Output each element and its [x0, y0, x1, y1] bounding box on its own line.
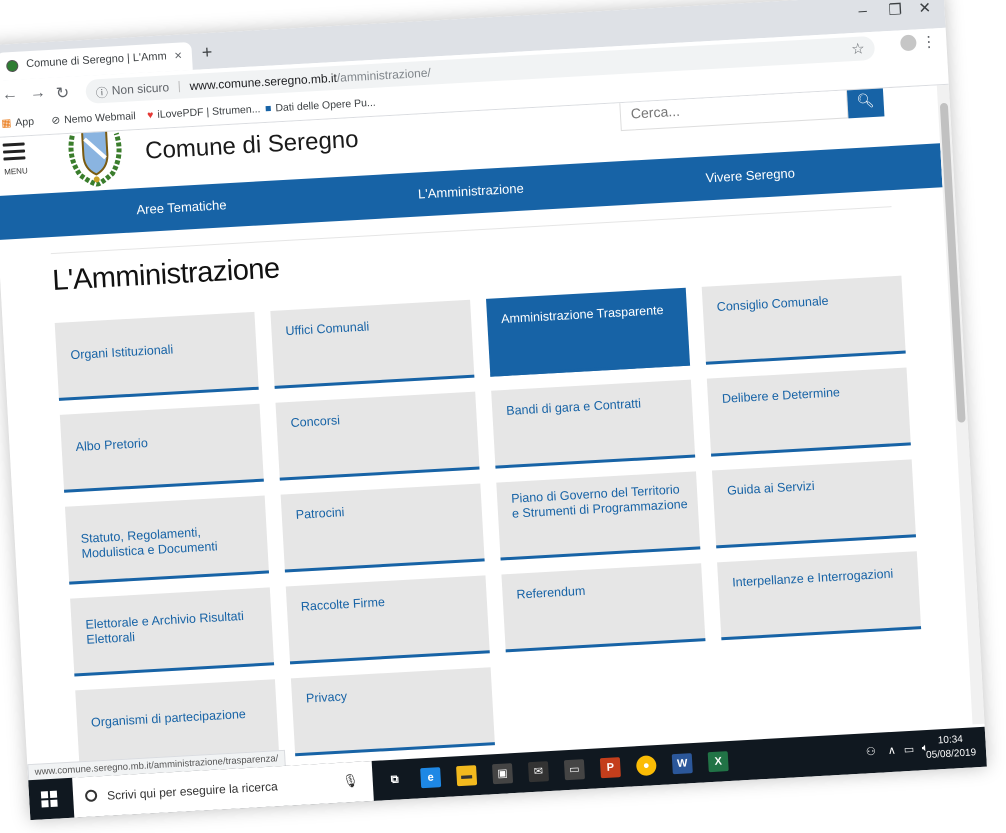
tile-interpellanze[interactable]: Interpellanze e Interrogazioni: [717, 551, 922, 641]
tile-label: Patrocini: [295, 505, 345, 522]
bookmark-label: App: [15, 115, 35, 129]
tile-raccolte-firme[interactable]: Raccolte Firme: [285, 575, 490, 665]
edge-icon[interactable]: e: [420, 767, 442, 789]
browser-window: Comune di Seregno | L'Amministr × + – ❐ …: [0, 0, 987, 821]
window-close-icon[interactable]: ✕: [918, 0, 932, 17]
tile-piano-di-governo[interactable]: Piano di Governo del Territorio e Strume…: [496, 471, 701, 561]
url-path: /amministrazione/: [336, 65, 432, 85]
excel-icon[interactable]: X: [707, 751, 729, 773]
tile-amministrazione-trasparente[interactable]: Amministrazione Trasparente: [486, 287, 691, 377]
tile-label: Elettorale e Archivio Risultati Elettora…: [85, 608, 245, 647]
reload-icon[interactable]: ↻: [55, 83, 70, 104]
back-icon[interactable]: ←: [1, 86, 18, 105]
nav-item-vivere-seregno[interactable]: Vivere Seregno: [705, 165, 795, 185]
bookmark-ilovepdf[interactable]: ♥ iLovePDF | Strumen...: [147, 103, 261, 121]
tile-label: Interpellanze e Interrogazioni: [731, 566, 894, 590]
tile-bandi-di-gara[interactable]: Bandi di gara e Contratti: [491, 379, 696, 469]
tile-concorsi[interactable]: Concorsi: [275, 391, 480, 481]
network-icon[interactable]: ▭: [903, 743, 915, 757]
nav-item-aree-tematiche[interactable]: Aree Tematiche: [136, 197, 227, 217]
chrome-icon[interactable]: ●: [635, 755, 657, 777]
search-icon: 🔍︎: [856, 91, 875, 109]
bookmark-star-icon[interactable]: ☆: [851, 39, 865, 58]
tile-label: Delibere e Determine: [721, 385, 841, 406]
minimize-icon[interactable]: –: [858, 2, 867, 19]
windows-start-icon[interactable]: [40, 790, 58, 808]
heart-icon: ♥: [146, 109, 154, 122]
maximize-icon[interactable]: ❐: [888, 0, 902, 19]
tile-label: Referendum: [516, 583, 586, 602]
taskbar-search-text: Scrivi qui per eseguire la ricerca: [106, 779, 279, 803]
chrome-menu-icon[interactable]: ⋮: [921, 32, 937, 51]
main-navigation: Aree Tematiche L'Amministrazione Vivere …: [0, 143, 943, 241]
bookmark-dati-opere[interactable]: ■ Dati delle Opere Pu...: [265, 97, 376, 115]
tile-organi-istituzionali[interactable]: Organi Istituzionali: [54, 311, 259, 401]
tile-label: Amministrazione Trasparente: [500, 303, 664, 327]
store-icon[interactable]: ▣: [492, 763, 514, 785]
tile-label: Consiglio Comunale: [716, 293, 829, 315]
bookmark-label: Nemo Webmail: [63, 110, 136, 127]
powerpoint-icon[interactable]: P: [599, 757, 621, 779]
mail-icon[interactable]: ✉: [527, 761, 550, 783]
nav-item-amministrazione[interactable]: L'Amministrazione: [418, 181, 524, 202]
tile-label: Raccolte Firme: [300, 595, 386, 614]
tile-guida-ai-servizi[interactable]: Guida ai Servizi: [711, 459, 916, 549]
clock-date: 05/08/2019: [925, 747, 977, 762]
bookmark-label: iLovePDF | Strumen...: [157, 103, 261, 121]
site-title[interactable]: Comune di Seregno: [144, 126, 359, 166]
bookmark-site-icon: ■: [264, 102, 272, 115]
page-title: L'Amministrazione: [51, 252, 281, 298]
tile-delibere-e-determine[interactable]: Delibere e Determine: [706, 367, 911, 457]
tile-label: Organi Istituzionali: [70, 342, 174, 363]
microphone-icon[interactable]: 🎙︎: [342, 773, 359, 790]
task-view-icon[interactable]: ⧉: [384, 769, 405, 790]
cortana-icon: [84, 789, 98, 803]
tile-label: Uffici Comunali: [285, 319, 370, 339]
bookmark-label: Dati delle Opere Pu...: [275, 96, 376, 115]
url-host: www.comune.seregno.mb.it: [189, 70, 338, 94]
security-label: Non sicuro: [111, 80, 170, 98]
tile-albo-pretorio[interactable]: Albo Pretorio: [59, 403, 264, 493]
tile-label: Concorsi: [290, 413, 341, 430]
tile-label: Albo Pretorio: [75, 436, 149, 455]
menu-label: MENU: [3, 166, 28, 177]
url-text: www.comune.seregno.mb.it/amministrazione…: [189, 66, 431, 93]
file-explorer-icon[interactable]: ▬: [456, 765, 478, 787]
url-separator: |: [177, 78, 182, 93]
tab-title: Comune di Seregno | L'Amministr: [25, 50, 167, 71]
tab-close-icon[interactable]: ×: [174, 47, 182, 62]
tray-chevron-icon[interactable]: ∧: [888, 744, 897, 757]
word-icon[interactable]: W: [671, 753, 693, 775]
tile-referendum[interactable]: Referendum: [501, 563, 706, 653]
people-icon[interactable]: ⚇: [866, 745, 877, 759]
tile-label: Bandi di gara e Contratti: [505, 396, 642, 418]
tile-consiglio-comunale[interactable]: Consiglio Comunale: [701, 275, 906, 365]
tile-label: Piano di Governo del Territorio e Strume…: [510, 482, 688, 521]
new-tab-button[interactable]: +: [201, 42, 213, 64]
bookmark-nemo-webmail[interactable]: ⊘ Nemo Webmail: [51, 110, 136, 127]
globe-icon: ⊘: [51, 114, 61, 127]
search-button[interactable]: 🔍︎: [846, 85, 885, 119]
bookmark-apps[interactable]: ▦ App: [1, 116, 34, 130]
tile-uffici-comunali[interactable]: Uffici Comunali: [270, 299, 475, 389]
taskbar-clock[interactable]: 10:34 05/08/2019: [925, 732, 977, 763]
tile-patrocini[interactable]: Patrocini: [280, 483, 485, 573]
tile-label: Organismi di partecipazione: [90, 706, 247, 730]
tile-privacy[interactable]: Privacy: [290, 667, 495, 757]
forward-icon[interactable]: →: [29, 84, 46, 103]
tile-label: Statuto, Regolamenti, Modulistica e Docu…: [80, 525, 218, 561]
tile-label: Privacy: [305, 689, 348, 706]
info-icon: ⓘ: [95, 85, 109, 101]
favicon-icon: [5, 59, 19, 73]
tile-statuto-regolamenti[interactable]: Statuto, Regolamenti, Modulistica e Docu…: [64, 495, 270, 585]
coat-of-arms-logo[interactable]: [64, 123, 127, 188]
hamburger-menu-icon[interactable]: [2, 142, 26, 164]
tile-elettorale[interactable]: Elettorale e Archivio Risultati Elettora…: [70, 587, 275, 677]
web-page: MENU Comune di Seregno 🔍︎ Aree Tematiche…: [0, 85, 973, 778]
tile-label: Guida ai Servizi: [726, 478, 815, 498]
apps-grid-icon: ▦: [1, 117, 12, 130]
terminal-icon[interactable]: ▭: [563, 759, 585, 781]
